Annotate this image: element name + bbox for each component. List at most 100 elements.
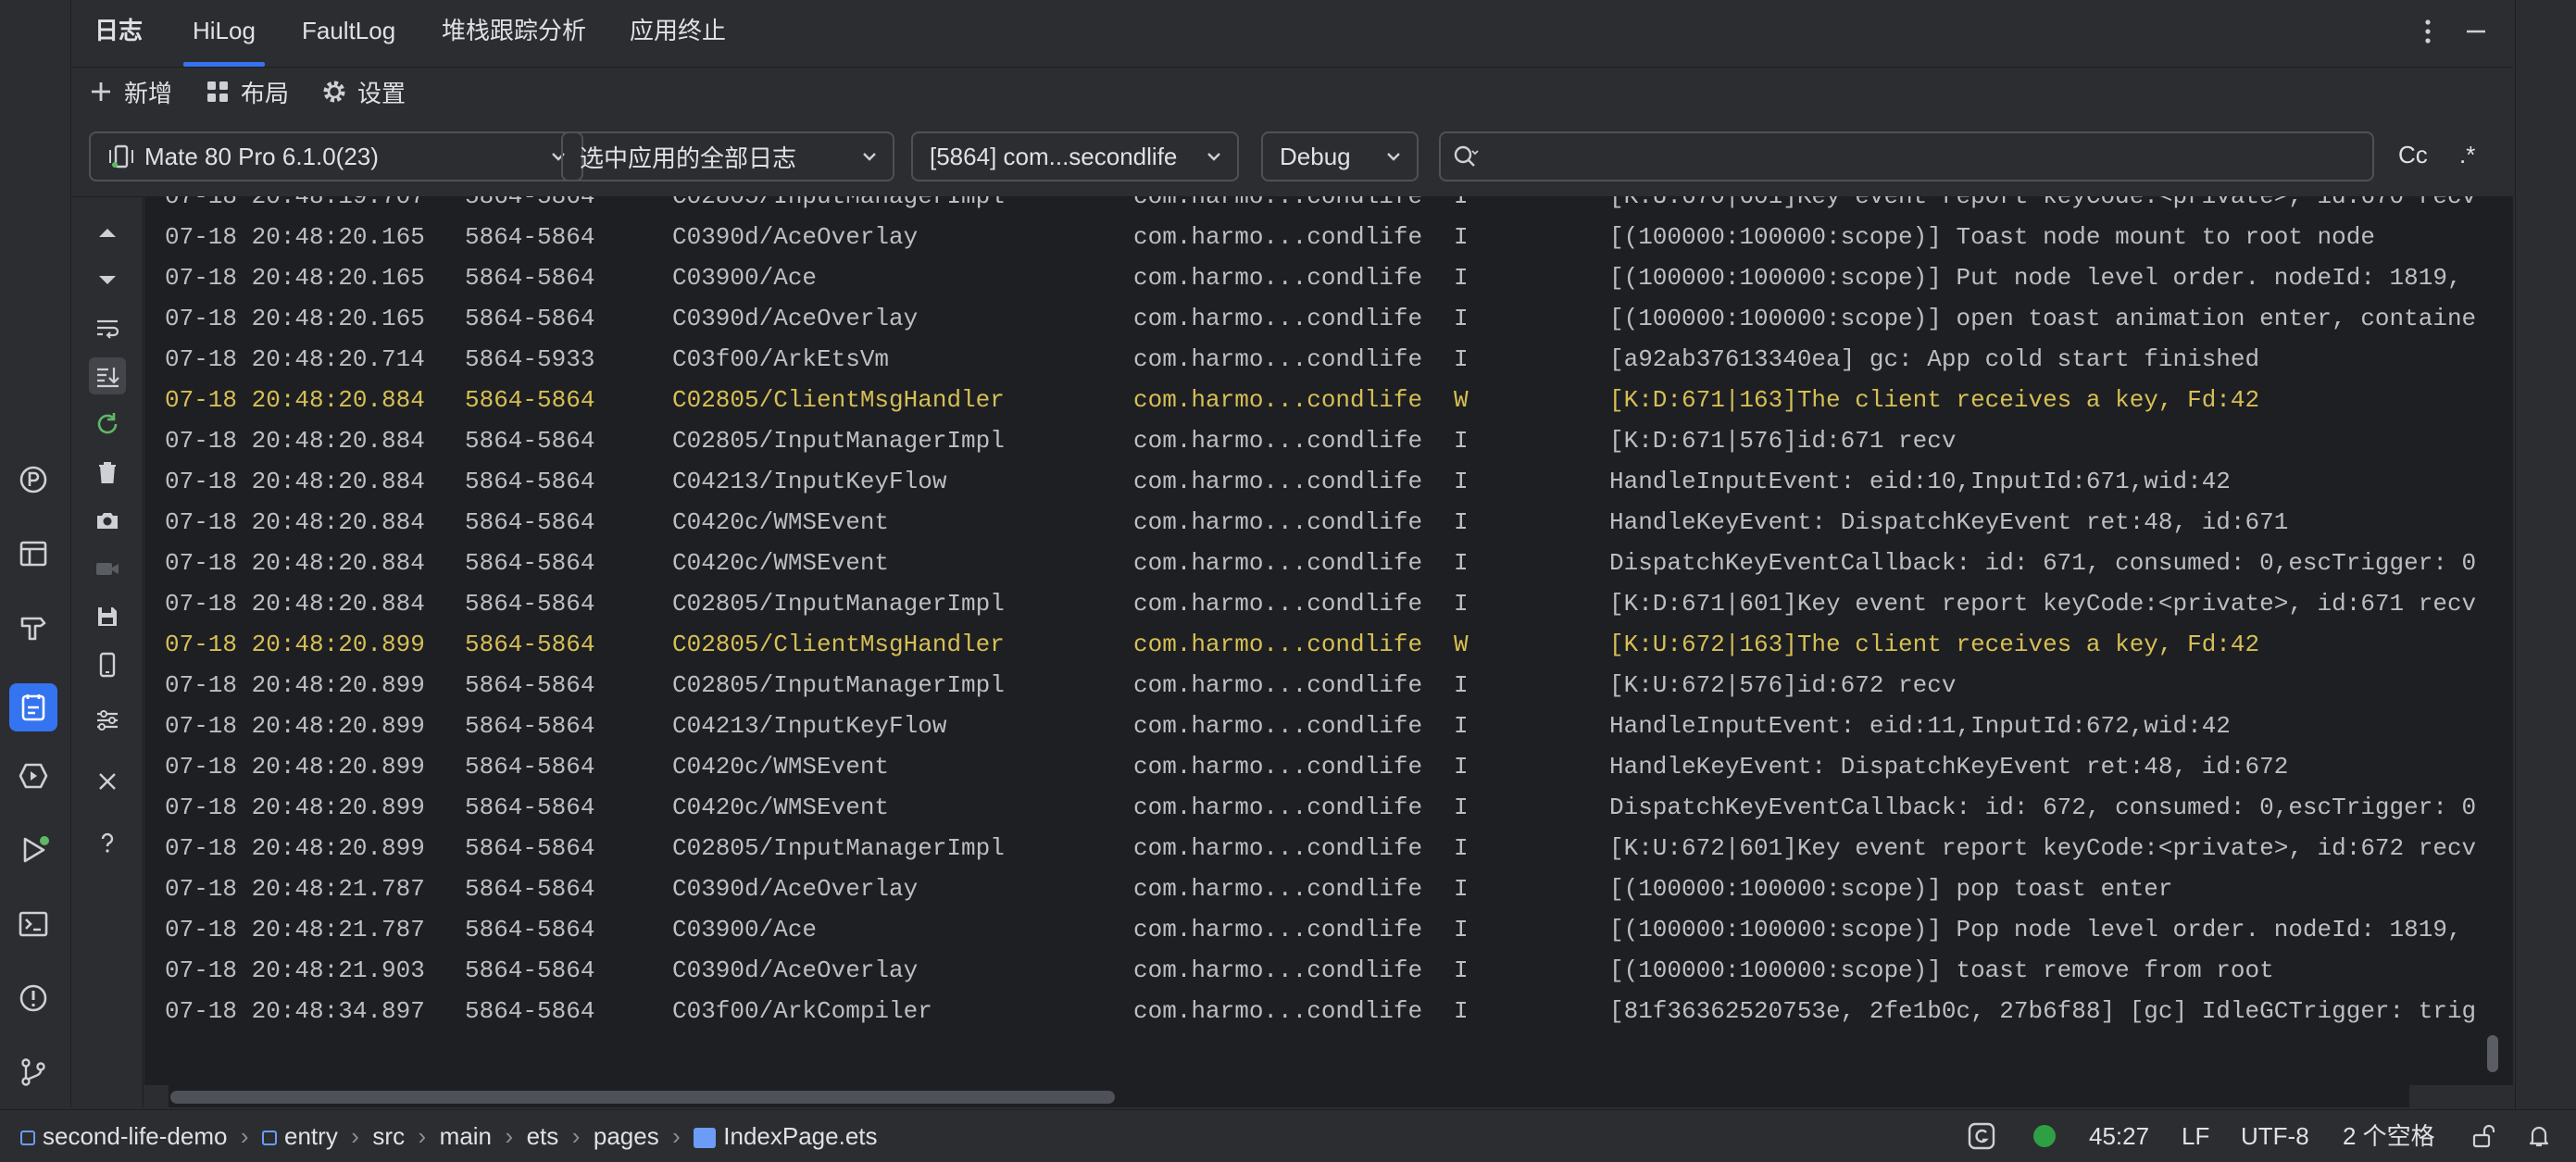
minimize-icon[interactable] [2459,15,2493,48]
log-tag: C03900/Ace [672,264,818,292]
save-icon[interactable] [89,598,126,635]
log-pid: 5864-5864 [465,793,595,821]
log-tool-icon[interactable] [9,683,57,731]
log-package: com.harmo...condlife [1133,671,1423,699]
log-message: [(100000:100000:scope)] open toast anima… [1609,305,2478,332]
ai-assistant-icon[interactable] [1967,1121,1996,1151]
log-pid: 5864-5864 [465,508,595,536]
horizontal-scroll-thumb[interactable] [170,1091,1115,1104]
breadcrumb-separator: › [498,1122,520,1150]
tab-hilog[interactable]: HiLog [183,0,265,67]
log-message: [K:U:670|601]Key event report keyCode:<p… [1609,196,2477,210]
log-message: HandleInputEvent: eid:10,InputId:671,wid… [1609,468,2231,495]
log-tag: C04213/InputKeyFlow [672,468,947,495]
problems-icon[interactable] [15,980,52,1017]
log-time: 07-18 20:48:20.165 [165,223,425,251]
filter-settings-icon[interactable] [89,702,126,739]
breadcrumb-separator: › [411,1122,433,1150]
scroll-up-icon[interactable] [89,215,126,252]
log-pid: 5864-5864 [465,590,595,618]
unlock-icon[interactable] [2470,1123,2496,1149]
log-level-select[interactable]: Debug [1261,131,1419,181]
log-package: com.harmo...condlife [1133,916,1423,943]
log-time: 07-18 20:48:20.884 [165,386,425,414]
log-package: com.harmo...condlife [1133,997,1423,1025]
log-time: 07-18 20:48:20.899 [165,834,425,862]
plus-icon [92,82,110,101]
regex-toggle[interactable]: .* [2459,141,2475,169]
layout-button[interactable]: 布局 [204,68,289,116]
build-icon[interactable] [15,609,52,646]
breadcrumb-ets[interactable]: ets [527,1122,559,1150]
status-ok-indicator[interactable] [2033,1125,2056,1147]
version-control-icon[interactable] [15,1054,52,1091]
log-package: com.harmo...condlife [1133,631,1423,658]
profiler-icon[interactable] [15,461,52,498]
log-output[interactable]: 07-18 20:48:19.707 5864-5864 C02805/InputM… [144,196,2478,1085]
tab-faultlog[interactable]: FaultLog [302,0,395,67]
log-package: com.harmo...condlife [1133,196,1423,210]
terminal-icon[interactable] [15,906,52,943]
services-icon[interactable] [15,757,52,794]
log-scope-select[interactable]: 选中应用的全部日志 [561,131,894,181]
log-level: I [1454,549,1469,577]
log-tag: C0420c/WMSEvent [672,549,890,577]
log-message: DispatchKeyEventCallback: id: 672, consu… [1609,793,2478,821]
log-package: com.harmo...condlife [1133,508,1423,536]
screenshot-icon[interactable] [89,502,126,539]
search-field[interactable] [1439,131,2374,181]
log-tag: C02805/InputManagerImpl [672,834,1005,862]
tab-stack-trace[interactable]: 堆栈跟踪分析 [442,0,586,67]
breadcrumb-module[interactable]: entry [284,1122,338,1150]
add-label: 新增 [124,79,173,107]
log-tag: C03f00/ArkCompiler [672,997,932,1025]
cursor-position[interactable]: 45:27 [2089,1110,2149,1162]
breadcrumb-pages[interactable]: pages [594,1122,659,1150]
device-frame-icon[interactable] [89,646,126,683]
more-options-icon[interactable] [2411,15,2445,48]
restart-icon[interactable] [89,406,126,443]
scroll-to-end-icon[interactable] [89,357,126,394]
layout-inspector-icon[interactable] [15,535,52,572]
breadcrumb-src[interactable]: src [372,1122,405,1150]
vertical-scrollbar[interactable] [2478,196,2513,1085]
log-tag: C0420c/WMSEvent [672,753,890,781]
search-input[interactable] [1487,141,2324,172]
process-value: [5864] com...secondlife [930,142,1178,170]
help-icon[interactable] [89,824,126,861]
breadcrumb-separator: › [344,1122,367,1150]
process-select[interactable]: [5864] com...secondlife [911,131,1239,181]
log-level: I [1454,305,1469,332]
add-button[interactable]: 新增 [87,68,172,116]
horizontal-scrollbar[interactable] [169,1085,2409,1107]
filter-bar: Mate 80 Pro 6.1.0(23) 选中应用的全部日志 [5864] c… [72,119,2513,197]
close-icon[interactable] [89,763,126,800]
line-separator[interactable]: LF [2182,1110,2209,1162]
log-package: com.harmo...condlife [1133,793,1423,821]
device-value: Mate 80 Pro 6.1.0(23) [144,142,379,170]
breadcrumb-project[interactable]: second-life-demo [43,1122,227,1150]
indent-setting[interactable]: 2 个空格 [2343,1110,2435,1162]
scroll-down-icon[interactable] [89,261,126,298]
device-select[interactable]: Mate 80 Pro 6.1.0(23) [89,131,583,181]
log-time: 07-18 20:48:20.884 [165,508,425,536]
notifications-icon[interactable] [2526,1123,2552,1149]
run-icon[interactable] [15,831,52,868]
soft-wrap-icon[interactable] [89,309,126,346]
tab-app-termination[interactable]: 应用终止 [630,0,726,67]
clear-log-icon[interactable] [89,454,126,491]
vertical-scroll-thumb[interactable] [2487,1035,2498,1072]
log-time: 07-18 20:48:20.899 [165,712,425,740]
log-tag: C02805/InputManagerImpl [672,590,1005,618]
match-case-toggle[interactable]: Cc [2398,141,2428,169]
log-message: [K:U:672|576]id:672 recv [1609,671,1957,699]
log-message: [81f36362520753e, 2fe1b0c, 27b6f88] [gc]… [1609,997,2478,1025]
log-package: com.harmo...condlife [1133,345,1423,373]
log-tag: C03900/Ace [672,916,818,943]
breadcrumb-main[interactable]: main [440,1122,492,1150]
file-encoding[interactable]: UTF-8 [2241,1110,2309,1162]
breadcrumb-file[interactable]: IndexPage.ets [723,1122,877,1150]
settings-button[interactable]: 设置 [320,68,406,116]
log-time: 07-18 20:48:20.899 [165,793,425,821]
log-pid: 5864-5864 [465,956,595,984]
